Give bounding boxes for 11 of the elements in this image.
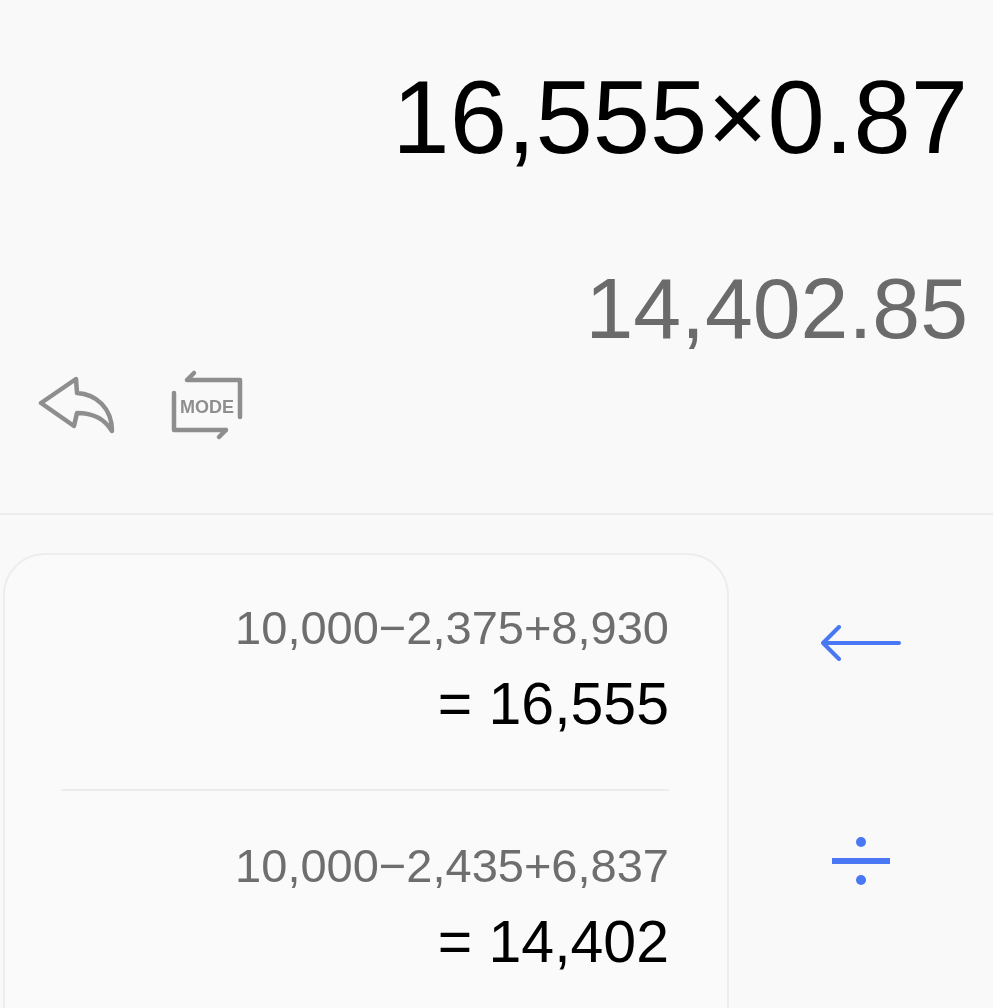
history-result[interactable]: = 16,555 bbox=[61, 675, 669, 734]
curved-left-arrow-icon bbox=[38, 375, 116, 435]
expression-display: 16,555×0.87 bbox=[391, 66, 968, 169]
history-result[interactable]: = 14,402 bbox=[61, 913, 669, 972]
history-expression[interactable]: 10,000−2,435+6,837 bbox=[61, 842, 669, 889]
undo-button[interactable] bbox=[38, 375, 116, 435]
divide-icon bbox=[832, 837, 890, 885]
left-arrow-icon bbox=[821, 625, 901, 661]
result-preview: 14,402.85 bbox=[584, 265, 968, 351]
mode-button[interactable]: MODE bbox=[170, 369, 244, 441]
history-expression[interactable]: 10,000−2,375+8,930 bbox=[61, 604, 669, 651]
